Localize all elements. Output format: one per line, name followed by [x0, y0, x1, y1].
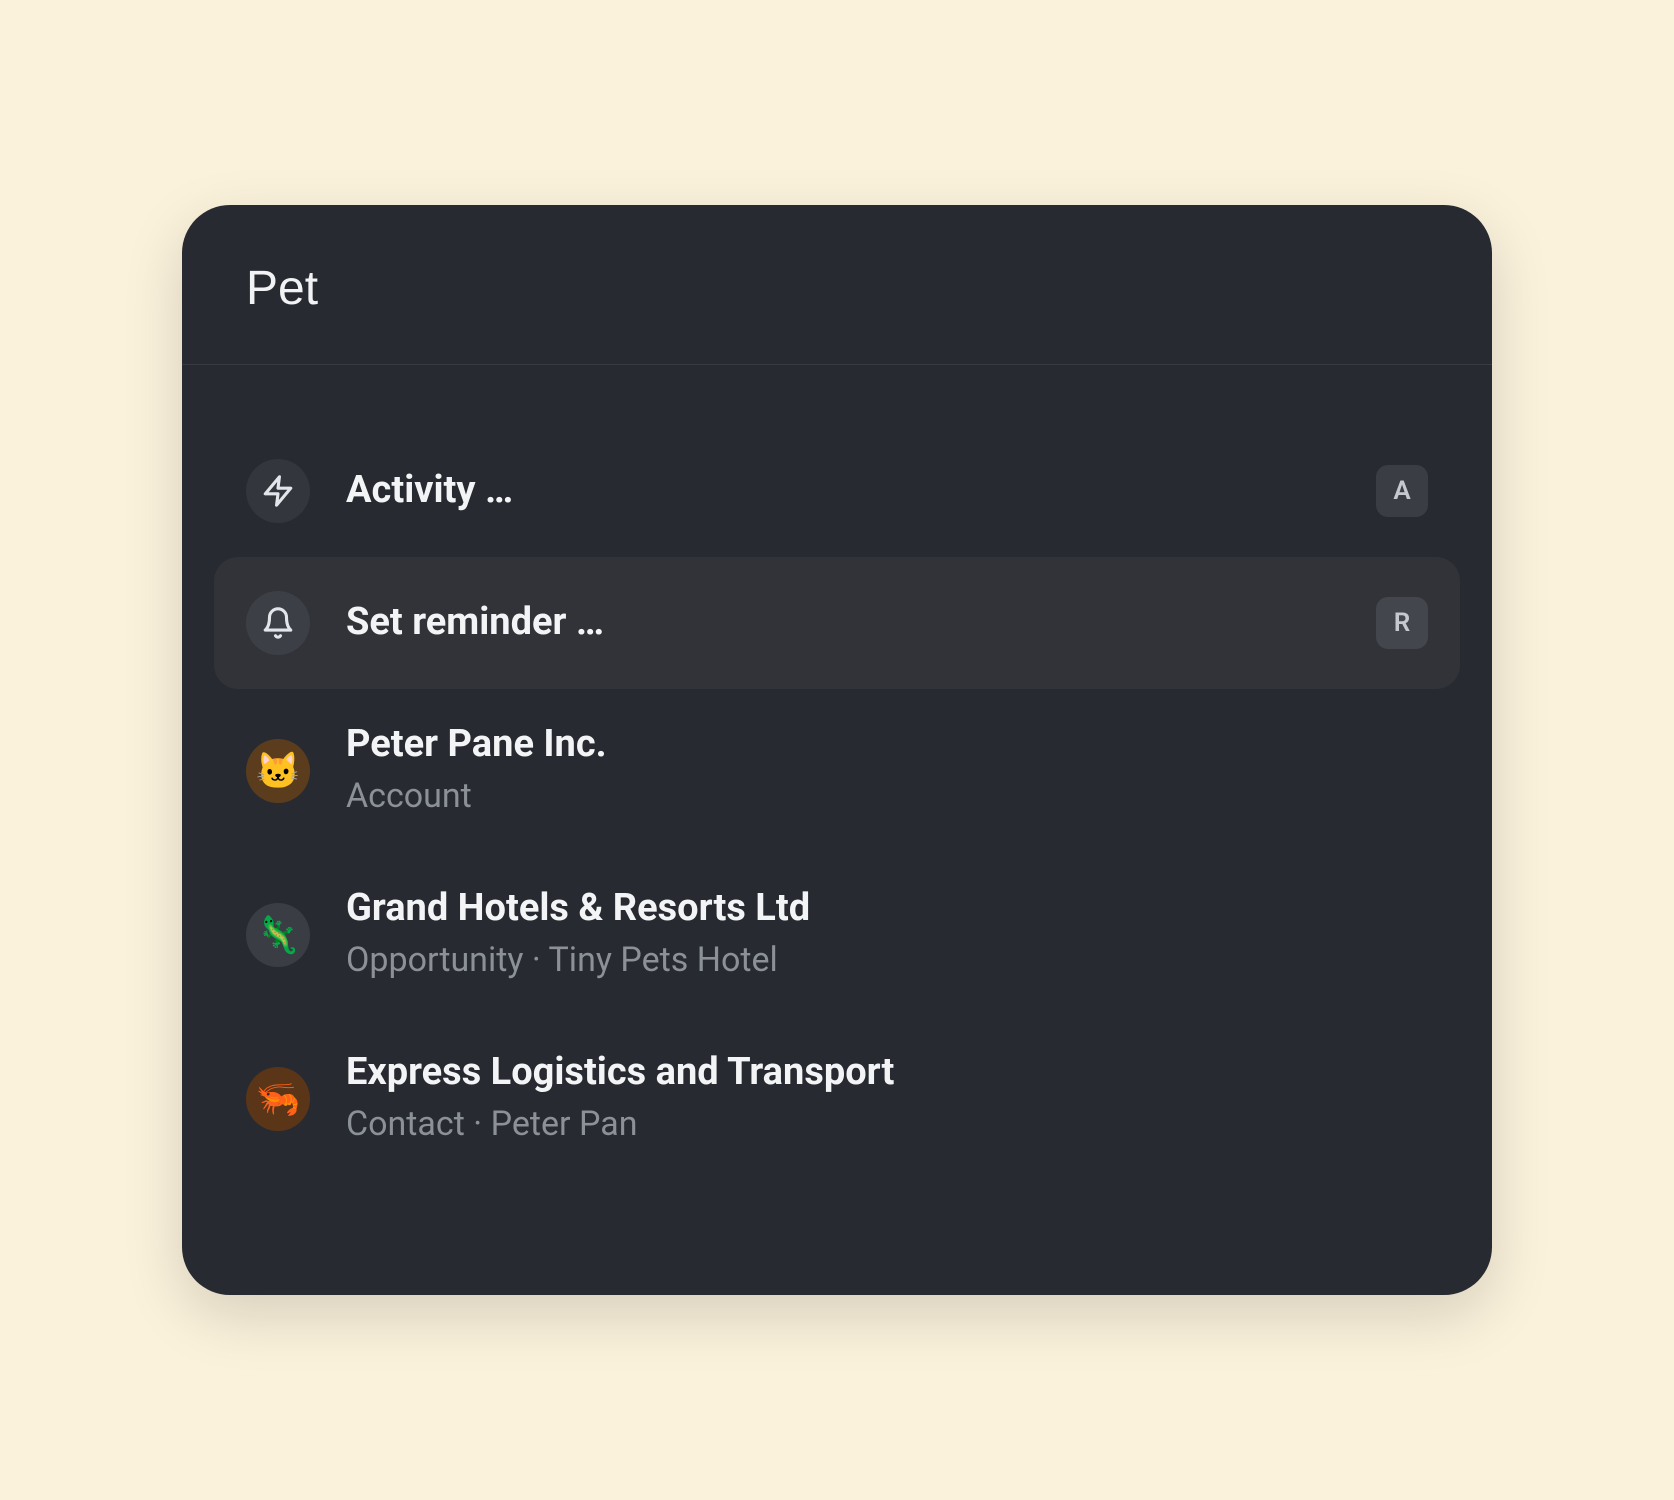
result-text: Express Logistics and Transport Contact … [346, 1049, 1428, 1148]
result-subtitle: Opportunity · Tiny Pets Hotel [346, 937, 1428, 985]
result-text: Grand Hotels & Resorts Ltd Opportunity ·… [346, 885, 1428, 984]
avatar-icon: 🐱 [246, 739, 310, 803]
avatar-icon: 🦎 [246, 903, 310, 967]
command-label: Activity … [346, 467, 1376, 515]
result-title: Express Logistics and Transport [346, 1049, 1428, 1097]
result-title: Peter Pane Inc. [346, 721, 1428, 769]
result-subtitle: Account [346, 773, 1428, 821]
result-subtitle: Contact · Peter Pan [346, 1101, 1428, 1149]
result-peter-pane[interactable]: 🐱 Peter Pane Inc. Account [214, 689, 1460, 853]
lightning-icon [246, 459, 310, 523]
search-area [182, 205, 1492, 365]
results-list: Activity … A Set reminder … R 🐱 Peter Pa… [182, 365, 1492, 1295]
command-label-wrap: Activity … [346, 467, 1376, 515]
command-activity[interactable]: Activity … A [214, 425, 1460, 557]
result-text: Peter Pane Inc. Account [346, 721, 1428, 820]
bell-icon [246, 591, 310, 655]
command-label: Set reminder … [346, 599, 1376, 647]
search-input[interactable] [246, 261, 1428, 316]
avatar-icon: 🦐 [246, 1067, 310, 1131]
command-label-wrap: Set reminder … [346, 599, 1376, 647]
result-title: Grand Hotels & Resorts Ltd [346, 885, 1428, 933]
command-palette: Activity … A Set reminder … R 🐱 Peter Pa… [182, 205, 1492, 1295]
result-express-logistics[interactable]: 🦐 Express Logistics and Transport Contac… [214, 1017, 1460, 1181]
shortcut-badge: R [1376, 597, 1428, 649]
result-grand-hotels[interactable]: 🦎 Grand Hotels & Resorts Ltd Opportunity… [214, 853, 1460, 1017]
command-set-reminder[interactable]: Set reminder … R [214, 557, 1460, 689]
shortcut-badge: A [1376, 465, 1428, 517]
